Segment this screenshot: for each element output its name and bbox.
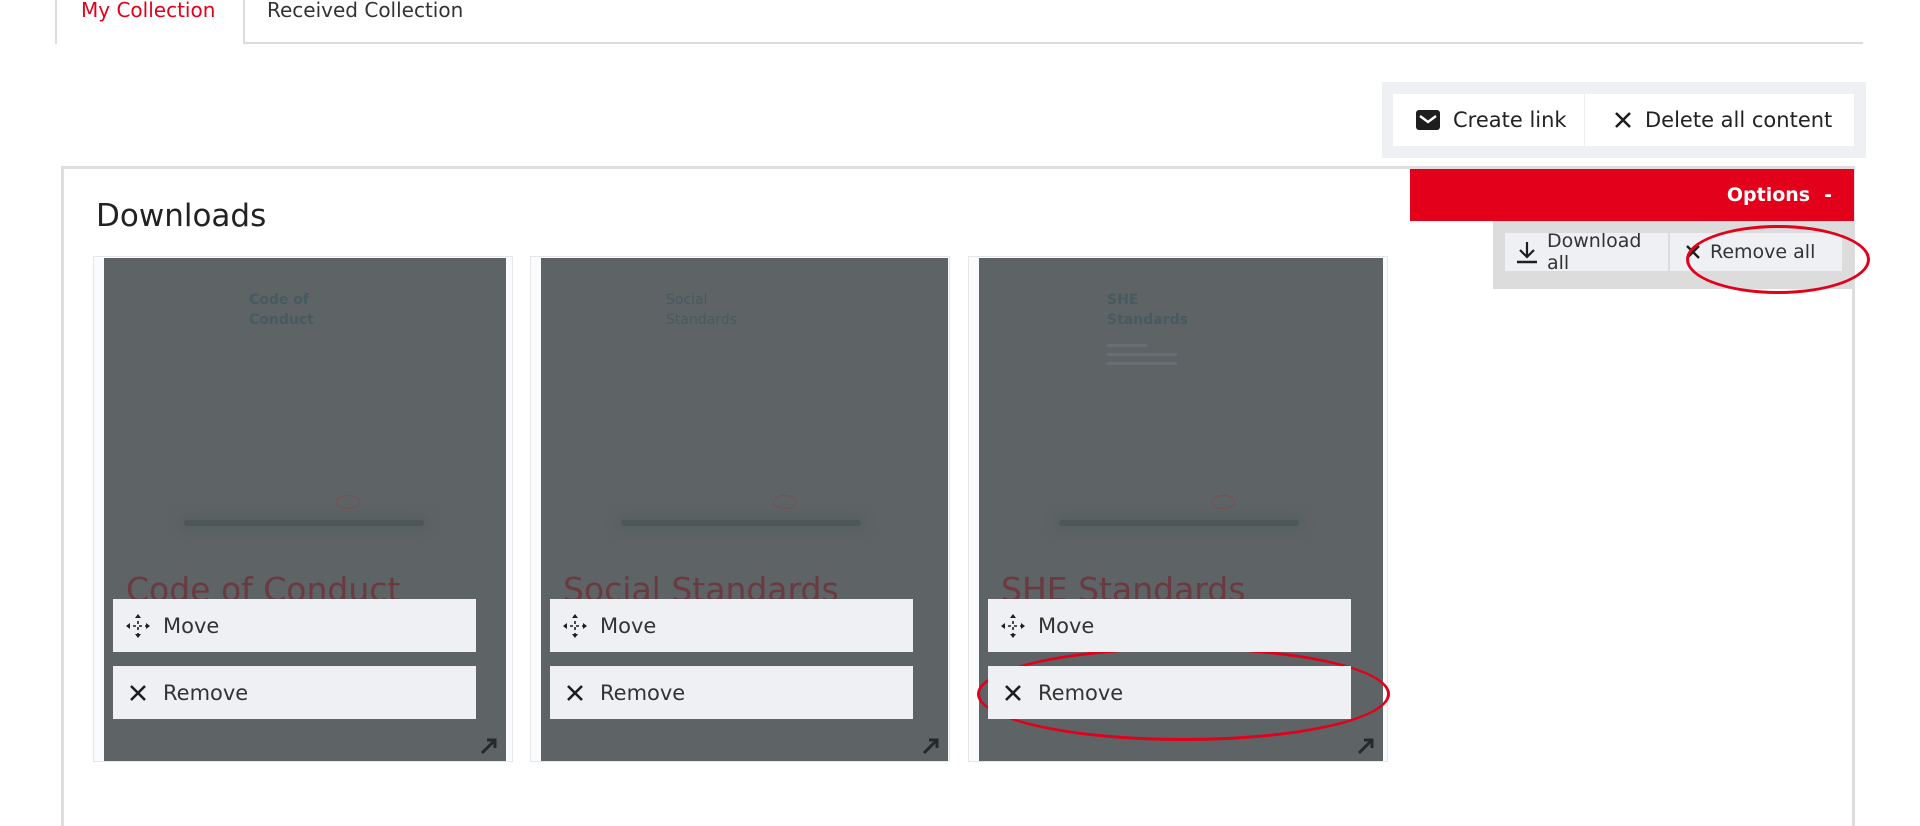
cover-title: Code of Conduct — [249, 290, 314, 330]
remove-all-button[interactable]: Remove all — [1670, 233, 1842, 271]
download-icon — [1515, 240, 1539, 264]
close-icon — [1613, 110, 1633, 130]
collection-action-bar: Create link Delete all content — [1382, 82, 1866, 158]
expand-icon[interactable] — [920, 735, 942, 757]
cover-title-line: Code of — [249, 292, 309, 308]
tab-my-collection[interactable]: My Collection — [55, 0, 245, 44]
download-all-label: Download all — [1547, 230, 1642, 274]
cover-subtitle-lines — [1107, 338, 1177, 371]
remove-label: Remove — [600, 680, 686, 705]
close-icon — [1684, 243, 1702, 261]
document-card: Social Standards Social Standards Move R… — [530, 256, 950, 762]
action-bar-buttons: Create link Delete all content — [1393, 94, 1854, 146]
cover-title-line: Social — [666, 292, 708, 308]
options-label: Options — [1726, 184, 1811, 206]
cover-title-line: Standards — [1107, 312, 1188, 328]
options-dropdown: Download all Remove all — [1493, 221, 1854, 289]
panel-title: Downloads — [96, 198, 267, 234]
brand-logo — [773, 495, 797, 509]
move-label: Move — [1038, 613, 1095, 638]
close-icon — [1000, 683, 1026, 703]
create-link-label: Create link — [1453, 108, 1567, 132]
brand-logo — [336, 495, 360, 509]
move-label: Move — [163, 613, 220, 638]
move-button[interactable]: Move — [550, 599, 913, 652]
expand-icon[interactable] — [1355, 735, 1377, 757]
document-card: Code of Conduct Code of Conduct Move Rem… — [93, 256, 513, 762]
document-card: SHE Standards SHE Standards Move Remove — [968, 256, 1388, 762]
download-all-button[interactable]: Download all — [1505, 230, 1668, 274]
remove-button[interactable]: Remove — [988, 666, 1351, 719]
delete-all-content-button[interactable]: Delete all content — [1585, 94, 1854, 146]
cover-decoration — [184, 520, 424, 526]
remove-label: Remove — [163, 680, 249, 705]
cover-decoration — [621, 520, 861, 526]
expand-icon[interactable] — [478, 735, 500, 757]
remove-label: Remove — [1038, 680, 1124, 705]
remove-all-label: Remove all — [1710, 241, 1816, 263]
envelope-icon — [1415, 109, 1441, 131]
cover-title: SHE Standards — [1107, 290, 1188, 330]
tab-received-collection[interactable]: Received Collection — [245, 0, 495, 42]
remove-button[interactable]: Remove — [113, 666, 476, 719]
close-icon — [562, 683, 588, 703]
cover-title-line: Standards — [666, 312, 737, 328]
collapse-icon: - — [1824, 184, 1832, 206]
cover-title: Social Standards — [666, 290, 737, 330]
brand-logo — [1211, 495, 1235, 509]
move-icon — [125, 613, 151, 639]
create-link-button[interactable]: Create link — [1393, 94, 1585, 146]
move-label: Move — [600, 613, 657, 638]
move-icon — [562, 613, 588, 639]
cover-decoration — [1059, 520, 1299, 526]
move-button[interactable]: Move — [988, 599, 1351, 652]
move-icon — [1000, 613, 1026, 639]
collection-tabs: My Collection Received Collection — [55, 0, 1863, 44]
cover-title-line: SHE — [1107, 292, 1139, 308]
move-button[interactable]: Move — [113, 599, 476, 652]
options-toggle[interactable]: Options - — [1410, 169, 1854, 221]
delete-all-content-label: Delete all content — [1645, 108, 1833, 132]
close-icon — [125, 683, 151, 703]
cover-title-line: Conduct — [249, 312, 314, 328]
remove-button[interactable]: Remove — [550, 666, 913, 719]
